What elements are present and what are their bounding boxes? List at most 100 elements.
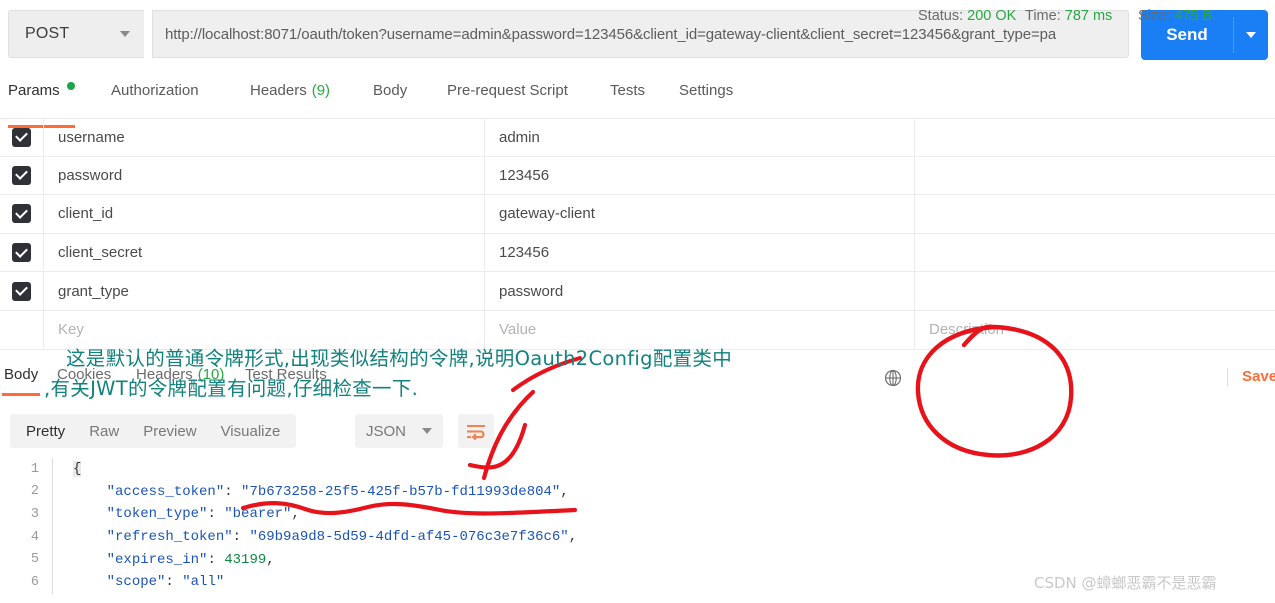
param-value-input-new[interactable]: Value [485, 310, 915, 349]
code-token: "scope" [106, 574, 166, 591]
param-key-input[interactable]: client_id [44, 195, 485, 233]
tab-label: Body [4, 366, 39, 383]
param-description-input[interactable] [915, 234, 1275, 272]
format-mode-preview[interactable]: Preview [131, 423, 208, 440]
status-value: 200 OK [967, 8, 1017, 24]
check-icon [15, 283, 28, 297]
divider [1227, 368, 1228, 386]
code-token: , [568, 529, 578, 546]
table-row: password 123456 [0, 156, 1275, 196]
code-token: "69b9a9d8-5d59-4dfd-af45-076c3e7f36c6" [249, 529, 569, 546]
size-label: Size: [1138, 8, 1171, 24]
code-text: "refresh_token": "69b9a9d8-5d59-4dfd-af4… [63, 529, 578, 546]
param-key-input[interactable]: client_secret [44, 233, 485, 272]
line-number: 5 [30, 552, 39, 568]
postman-window: POST http://localhost:8071/oauth/token?u… [0, 0, 1275, 603]
size-badge: Size: 475 B [1138, 8, 1212, 24]
check-icon [15, 129, 28, 143]
param-value-input[interactable]: password [485, 272, 915, 310]
table-row: grant_type password [0, 272, 1275, 311]
code-token: , [560, 483, 569, 500]
word-wrap-icon [467, 424, 485, 440]
fold-guide [52, 525, 63, 549]
http-method-label: POST [25, 25, 70, 42]
row-checkbox[interactable] [0, 119, 44, 156]
code-token: "7b673258-25f5-425f-b57b-fd11993de804" [241, 483, 561, 500]
table-row: client_secret 123456 [0, 233, 1275, 273]
word-wrap-button[interactable] [458, 414, 494, 448]
row-checkbox[interactable] [0, 233, 44, 272]
checkbox-checked-icon [12, 243, 31, 263]
code-token: , [291, 506, 300, 523]
code-token: "expires_in" [106, 551, 208, 568]
url-text: http://localhost:8071/oauth/token?userna… [165, 25, 1057, 43]
format-mode-group: Pretty Raw Preview Visualize [10, 414, 297, 448]
table-row: username admin [0, 118, 1275, 157]
response-language-selector[interactable]: JSON [355, 414, 443, 448]
code-token: : [207, 551, 225, 568]
code-token: "refresh_token" [106, 529, 233, 546]
format-mode-pretty[interactable]: Pretty [14, 423, 77, 440]
status-badge: Status: 200 OK [918, 8, 1016, 24]
code-line: 5 "expires_in": 43199, [0, 548, 1275, 571]
code-line: 1{ [0, 458, 1275, 481]
request-tabs: Params Authorization Headers (9) Body Pre-req… [0, 72, 1275, 128]
table-row: client_id gateway-client [0, 195, 1275, 234]
code-token: "token_type" [106, 506, 208, 523]
code-token: : [232, 529, 250, 546]
code-line: 3 "token_type": "bearer", [0, 503, 1275, 526]
code-token: : [224, 483, 242, 500]
param-value-input[interactable]: 123456 [485, 156, 915, 195]
tab-label: Pre-request Script [447, 82, 568, 99]
param-description-input-new[interactable]: Description [915, 311, 1275, 349]
check-icon [15, 206, 28, 219]
param-value-input[interactable]: 123456 [485, 233, 915, 272]
send-options-button[interactable] [1234, 10, 1268, 60]
code-token: : [207, 506, 225, 523]
response-tab-body[interactable]: Body [2, 366, 41, 396]
row-checkbox[interactable] [0, 195, 44, 233]
size-value: 475 B [1174, 8, 1213, 24]
line-number: 3 [30, 506, 39, 522]
code-text: "token_type": "bearer", [63, 506, 300, 522]
code-token: { [73, 461, 82, 478]
row-checkbox[interactable] [0, 272, 44, 310]
line-number: 6 [30, 574, 39, 590]
time-label: Time: [1025, 8, 1061, 24]
modified-dot-icon [66, 82, 75, 90]
row-checkbox-empty[interactable] [0, 310, 44, 349]
code-token: 43199 [224, 551, 267, 568]
globe-icon[interactable] [884, 369, 902, 387]
format-mode-visualize[interactable]: Visualize [209, 423, 293, 440]
fold-guide [52, 503, 63, 526]
param-value-input[interactable]: admin [485, 119, 915, 156]
checkbox-checked-icon [12, 127, 31, 147]
param-value-input[interactable]: gateway-client [485, 195, 915, 233]
status-label: Status: [918, 8, 964, 24]
tab-label: Body [373, 82, 408, 99]
param-description-input[interactable] [915, 157, 1275, 195]
check-icon [15, 167, 28, 181]
params-table: username admin password 123456 client_id gate… [0, 118, 1275, 350]
param-key-input[interactable]: username [44, 119, 485, 156]
tab-label: Tests [610, 82, 646, 99]
format-mode-raw[interactable]: Raw [77, 423, 131, 440]
param-key-input-new[interactable]: Key [44, 310, 485, 349]
annotation-text-line-1: 这是默认的普通令牌形式,出现类似结构的令牌,说明Oauth2Config配置类中 [66, 347, 733, 370]
code-token: "all" [182, 574, 225, 591]
param-key-input[interactable]: grant_type [44, 272, 485, 310]
fold-guide [52, 548, 63, 571]
code-token: , [266, 551, 275, 568]
param-description-input[interactable] [915, 195, 1275, 233]
param-description-input[interactable] [915, 119, 1275, 156]
checkbox-checked-icon [12, 204, 31, 224]
save-response-button[interactable]: Save [1242, 368, 1275, 385]
line-number: 4 [30, 529, 39, 545]
param-description-input[interactable] [915, 272, 1275, 310]
param-key-input[interactable]: password [44, 156, 485, 195]
tab-label: Headers [250, 82, 307, 99]
row-checkbox[interactable] [0, 156, 44, 195]
fold-guide [52, 458, 63, 481]
http-method-selector[interactable]: POST [8, 10, 144, 58]
code-text: "access_token": "7b673258-25f5-425f-b57b… [63, 484, 569, 500]
